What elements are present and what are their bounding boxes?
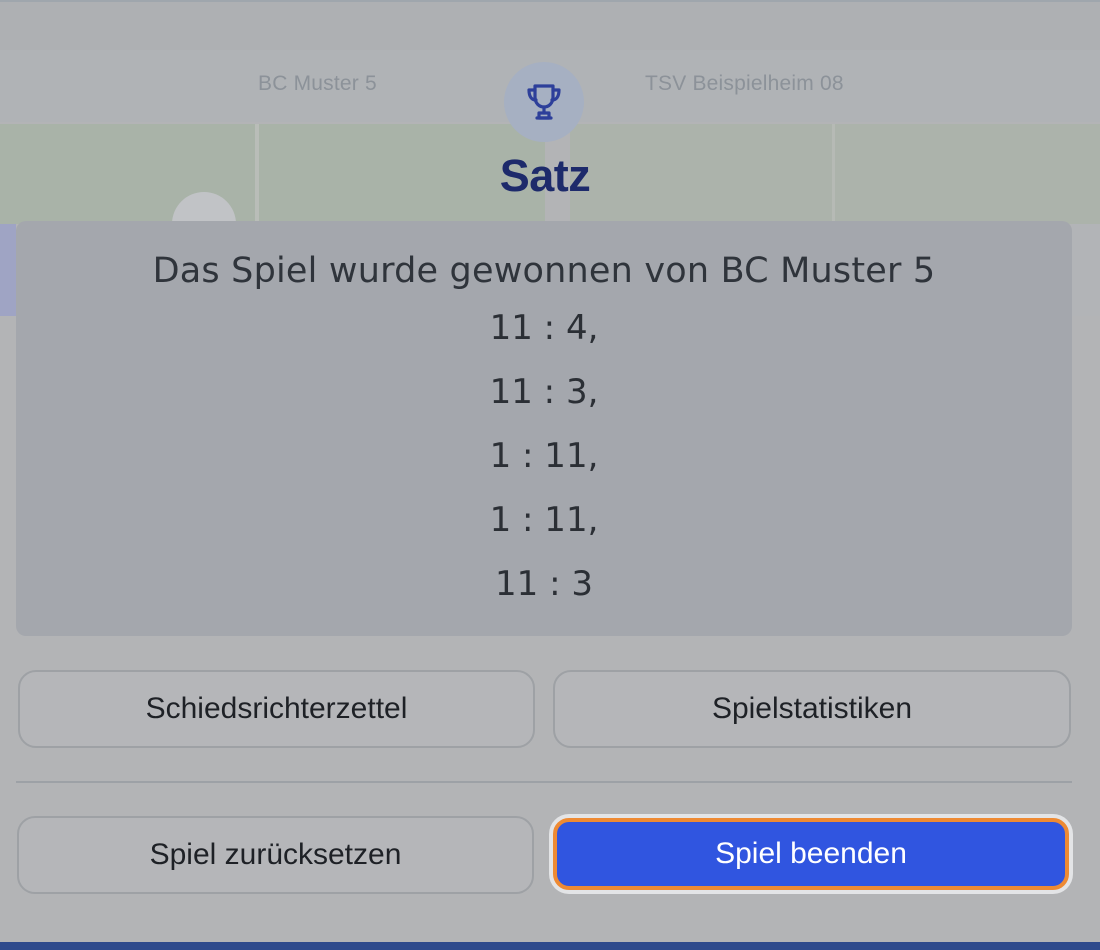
- set-score: 11 : 4,: [489, 308, 599, 348]
- trophy-icon: [504, 62, 584, 142]
- reset-match-button[interactable]: Spiel zurücksetzen: [17, 816, 534, 894]
- dialog-title: Satz: [499, 150, 591, 201]
- set-score: 1 : 11,: [489, 436, 599, 476]
- background-edge-left: [0, 224, 16, 316]
- background-top-bar: [0, 0, 1100, 50]
- winner-text: Das Spiel wurde gewonnen von BC Muster 5: [152, 251, 936, 291]
- referee-sheet-button[interactable]: Schiedsrichterzettel: [18, 670, 535, 748]
- set-score: 11 : 3: [495, 564, 593, 604]
- team-home-name: BC Muster 5: [258, 72, 377, 95]
- trophy-icon-graphic: [527, 84, 561, 120]
- match-statistics-button[interactable]: Spielstatistiken: [553, 670, 1071, 748]
- button-divider: [16, 781, 1072, 783]
- match-result-panel: Das Spiel wurde gewonnen von BC Muster 5…: [16, 221, 1072, 636]
- end-match-button[interactable]: Spiel beenden: [553, 818, 1069, 890]
- set-score: 11 : 3,: [489, 372, 599, 412]
- background-edge-right: [1072, 224, 1100, 316]
- background-bottom-strip: [0, 942, 1100, 950]
- team-away-name: TSV Beispielheim 08: [645, 72, 844, 95]
- set-score: 1 : 11,: [489, 500, 599, 540]
